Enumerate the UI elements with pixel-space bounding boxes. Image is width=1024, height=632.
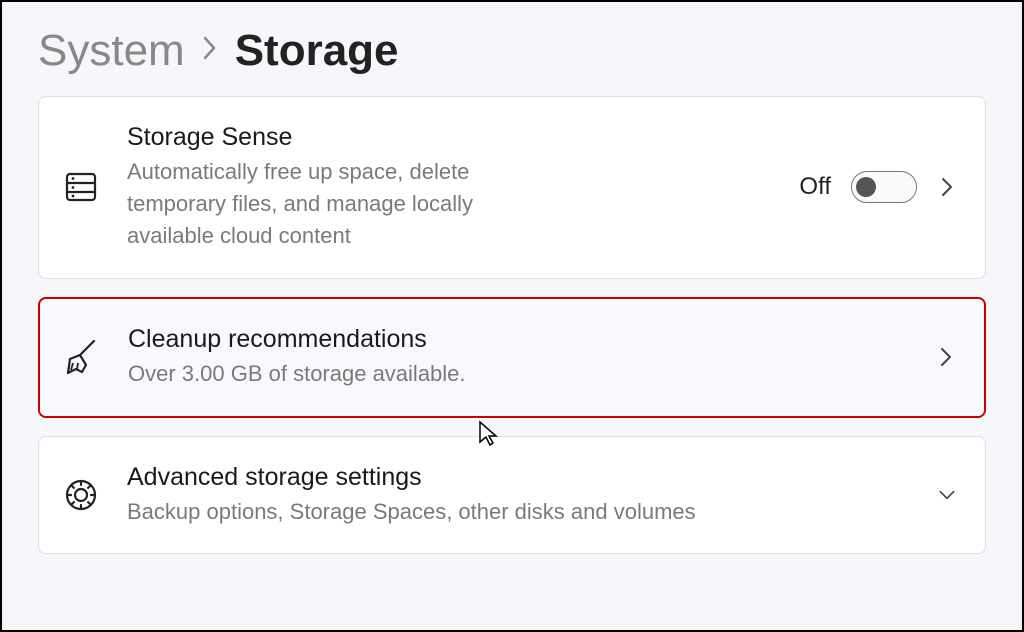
toggle-state-label: Off [799, 173, 831, 201]
chevron-right-icon [201, 33, 219, 70]
breadcrumb-parent[interactable]: System [38, 26, 185, 76]
storage-sense-row[interactable]: Storage Sense Automatically free up spac… [38, 96, 986, 279]
chevron-right-icon [936, 347, 956, 367]
advanced-desc: Backup options, Storage Spaces, other di… [127, 496, 913, 528]
breadcrumb: System Storage [2, 2, 1022, 96]
storage-sense-desc: Automatically free up space, delete temp… [127, 156, 547, 252]
page-title: Storage [235, 26, 399, 76]
disk-icon [59, 165, 103, 209]
advanced-title: Advanced storage settings [127, 463, 913, 492]
storage-sense-title: Storage Sense [127, 123, 775, 152]
storage-sense-toggle[interactable] [851, 171, 917, 203]
advanced-storage-row[interactable]: Advanced storage settings Backup options… [38, 436, 986, 555]
broom-icon [60, 335, 104, 379]
gear-icon [59, 473, 103, 517]
cleanup-recommendations-row[interactable]: Cleanup recommendations Over 3.00 GB of … [38, 297, 986, 418]
chevron-down-icon [937, 485, 957, 505]
cleanup-title: Cleanup recommendations [128, 325, 912, 354]
cleanup-desc: Over 3.00 GB of storage available. [128, 358, 912, 390]
chevron-right-icon [937, 177, 957, 197]
